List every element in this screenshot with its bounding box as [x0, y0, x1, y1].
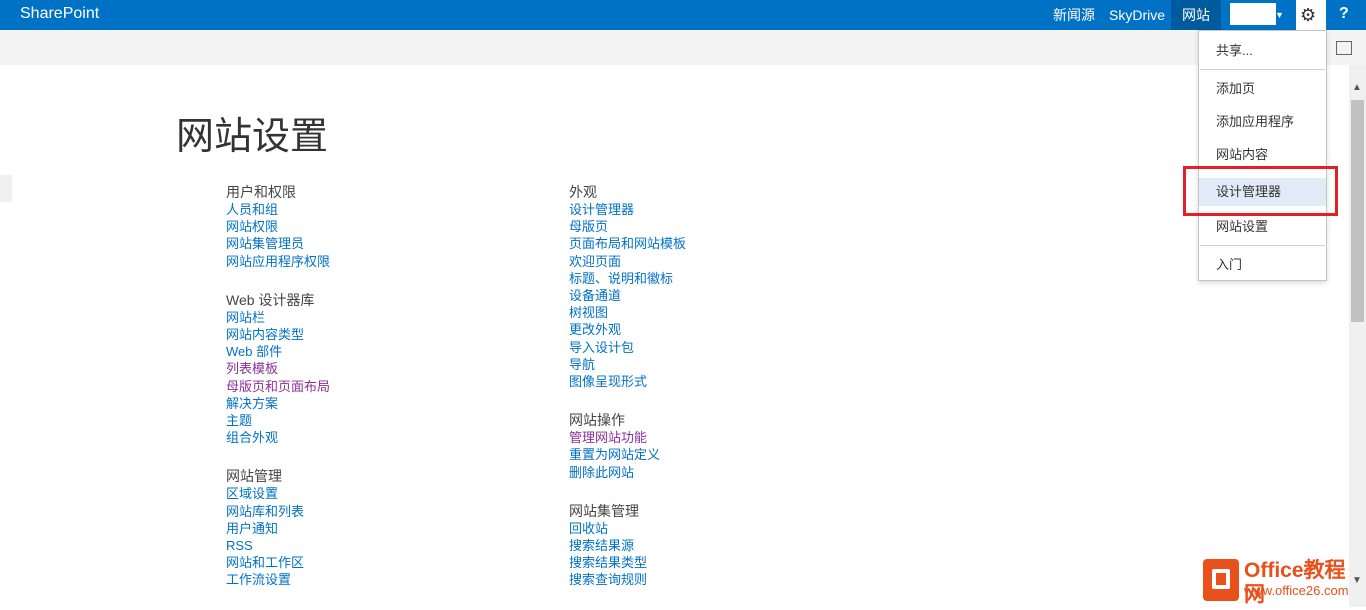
- section-heading: Web 设计器库: [226, 291, 315, 308]
- settings-link[interactable]: 设计管理器: [569, 201, 686, 218]
- sharepoint-brand[interactable]: SharePoint: [20, 5, 99, 23]
- settings-link[interactable]: 图像呈现形式: [569, 373, 686, 390]
- menu-item-site-settings[interactable]: 网站设置: [1199, 213, 1326, 241]
- scroll-up-icon[interactable]: ▲: [1352, 82, 1362, 93]
- nav-skydrive[interactable]: SkyDrive: [1109, 0, 1165, 30]
- settings-link[interactable]: 搜索结果源: [569, 537, 686, 554]
- settings-link[interactable]: 欢迎页面: [569, 253, 686, 270]
- focus-on-content-icon[interactable]: [1336, 41, 1352, 55]
- settings-column-left: 用户和权限 人员和组 网站权限 网站集管理员 网站应用程序权限 Web 设计器库…: [226, 183, 330, 610]
- section-heading: 网站操作: [569, 412, 625, 429]
- settings-section: 网站集管理 回收站 搜索结果源 搜索结果类型 搜索查询规则: [569, 502, 686, 589]
- menu-item-getting-started[interactable]: 入门: [1199, 251, 1326, 279]
- settings-link[interactable]: 删除此网站: [569, 464, 686, 481]
- settings-section: 网站操作 管理网站功能 重置为网站定义 删除此网站: [569, 411, 686, 481]
- settings-link[interactable]: 树视图: [569, 304, 686, 321]
- settings-link[interactable]: 设备通道: [569, 287, 686, 304]
- nav-newsfeed[interactable]: 新闻源: [1053, 0, 1095, 30]
- settings-link[interactable]: 用户通知: [226, 520, 330, 537]
- settings-link[interactable]: 解决方案: [226, 395, 330, 412]
- settings-link[interactable]: 人员和组: [226, 201, 330, 218]
- user-menu[interactable]: [1230, 3, 1276, 25]
- menu-item-site-contents[interactable]: 网站内容: [1199, 141, 1326, 169]
- section-heading: 网站集管理: [569, 502, 639, 519]
- menu-item-add-app[interactable]: 添加应用程序: [1199, 108, 1326, 136]
- settings-link[interactable]: 导入设计包: [569, 339, 686, 356]
- settings-link[interactable]: 重置为网站定义: [569, 446, 686, 463]
- nav-sites[interactable]: 网站: [1171, 0, 1221, 30]
- office-logo-icon: [1203, 559, 1239, 601]
- chevron-down-icon[interactable]: ▼: [1275, 10, 1284, 20]
- settings-link[interactable]: 网站集管理员: [226, 235, 330, 252]
- settings-link[interactable]: 导航: [569, 356, 686, 373]
- office-tutorial-watermark: Office教程网 www.office26.com: [1200, 557, 1360, 606]
- settings-dropdown-menu: 共享... 添加页 添加应用程序 网站内容 设计管理器 网站设置 入门: [1198, 30, 1327, 281]
- settings-link[interactable]: 网站权限: [226, 218, 330, 235]
- section-heading: 网站管理: [226, 468, 282, 485]
- settings-link[interactable]: 管理网站功能: [569, 429, 686, 446]
- settings-link[interactable]: 页面布局和网站模板: [569, 235, 686, 252]
- menu-separator: [1200, 69, 1325, 70]
- settings-link[interactable]: 母版页: [569, 218, 686, 235]
- settings-link[interactable]: 网站栏: [226, 309, 330, 326]
- settings-column-right: 外观 设计管理器 母版页 页面布局和网站模板 欢迎页面 标题、说明和徽标 设备通…: [569, 183, 686, 610]
- settings-link[interactable]: 母版页和页面布局: [226, 378, 330, 395]
- settings-section: Web 设计器库 网站栏 网站内容类型 Web 部件 列表模板 母版页和页面布局…: [226, 291, 330, 447]
- settings-link[interactable]: 搜索结果类型: [569, 554, 686, 571]
- settings-section: 外观 设计管理器 母版页 页面布局和网站模板 欢迎页面 标题、说明和徽标 设备通…: [569, 183, 686, 390]
- settings-section: 网站管理 区域设置 网站库和列表 用户通知 RSS 网站和工作区 工作流设置: [226, 467, 330, 588]
- settings-link[interactable]: 组合外观: [226, 429, 330, 446]
- gear-icon[interactable]: ⚙: [1300, 4, 1316, 26]
- ribbon-bar: [0, 30, 1366, 65]
- settings-link[interactable]: 工作流设置: [226, 571, 330, 588]
- watermark-subtitle: www.office26.com: [1244, 583, 1349, 598]
- settings-link[interactable]: 区域设置: [226, 485, 330, 502]
- settings-link[interactable]: RSS: [226, 537, 330, 554]
- scrollbar-thumb[interactable]: [1351, 100, 1364, 322]
- highlight-annotation-box: [1183, 166, 1338, 216]
- help-button[interactable]: ?: [1339, 5, 1349, 23]
- page-title: 网站设置: [176, 116, 329, 158]
- settings-link[interactable]: 网站和工作区: [226, 554, 330, 571]
- menu-separator: [1200, 245, 1325, 246]
- settings-link[interactable]: 网站库和列表: [226, 503, 330, 520]
- section-heading: 用户和权限: [226, 184, 296, 200]
- settings-link[interactable]: 回收站: [569, 520, 686, 537]
- settings-link[interactable]: 列表模板: [226, 360, 330, 377]
- settings-section: 用户和权限 人员和组 网站权限 网站集管理员 网站应用程序权限: [226, 183, 330, 270]
- settings-link[interactable]: 搜索查询规则: [569, 571, 686, 588]
- menu-item-share[interactable]: 共享...: [1199, 37, 1326, 65]
- settings-link[interactable]: 网站内容类型: [226, 326, 330, 343]
- menu-item-add-page[interactable]: 添加页: [1199, 75, 1326, 103]
- settings-link[interactable]: 网站应用程序权限: [226, 253, 330, 270]
- settings-link[interactable]: 主题: [226, 412, 330, 429]
- left-panel-stub: [0, 175, 12, 202]
- section-heading: 外观: [569, 184, 597, 200]
- settings-link[interactable]: 更改外观: [569, 321, 686, 338]
- settings-link[interactable]: 标题、说明和徽标: [569, 270, 686, 287]
- settings-link[interactable]: Web 部件: [226, 343, 330, 360]
